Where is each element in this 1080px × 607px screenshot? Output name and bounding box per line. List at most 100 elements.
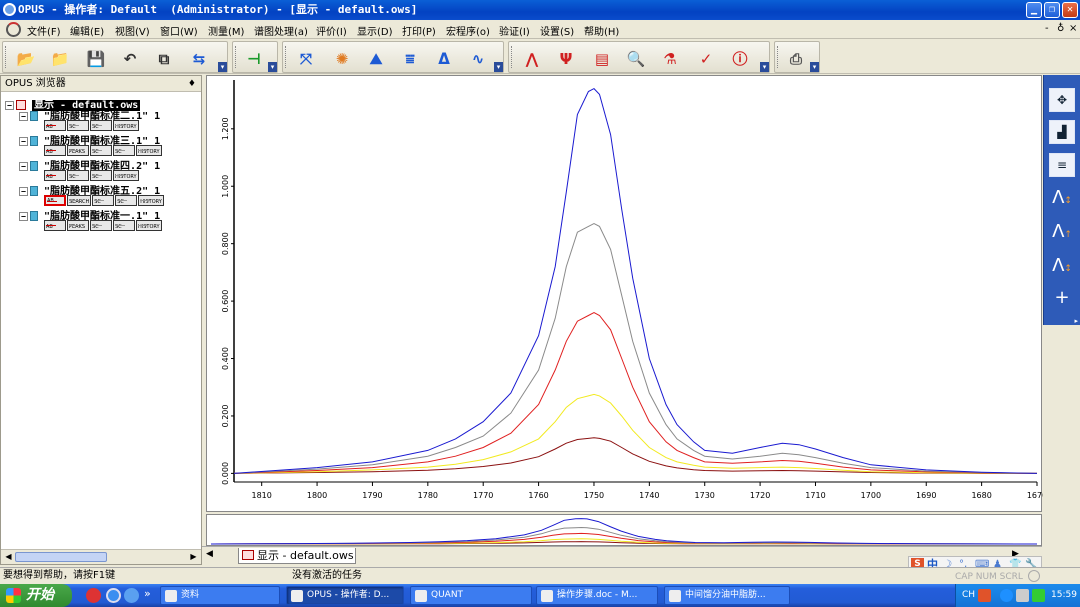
collapse-icon[interactable]: − [19, 161, 28, 171]
menu-edit[interactable]: 编辑(E) [70, 23, 104, 38]
undo-icon[interactable]: ↶ [117, 47, 143, 71]
data-block-sc[interactable]: SC [90, 120, 112, 131]
stack-icon[interactable]: ≡ [1049, 153, 1075, 177]
taskbar-task[interactable]: QUANT [410, 586, 532, 605]
info-icon[interactable]: ⓘ [727, 47, 753, 71]
data-block-history[interactable]: HISTORY [138, 195, 164, 206]
crosshair-icon[interactable]: + [1049, 285, 1075, 311]
verify-icon[interactable]: ✓ [693, 47, 719, 71]
data-block-ab[interactable]: AB [44, 120, 66, 131]
scroll-right-arrow-icon[interactable]: ▶ [187, 551, 200, 563]
collapse-icon[interactable]: − [19, 111, 28, 121]
data-block-ab[interactable]: AB [44, 220, 66, 231]
spectrum-icon[interactable]: ⛰ [363, 47, 389, 71]
start-button[interactable]: 开始 [0, 584, 72, 607]
zoom-pan-icon[interactable]: ✥ [1049, 88, 1075, 112]
search-icon[interactable]: 🔍 [623, 47, 649, 71]
mdi-close-button[interactable]: × [1069, 23, 1077, 34]
menu-file[interactable]: 文件(F) [27, 23, 61, 38]
scale-icon[interactable]: ⇆ [186, 47, 212, 71]
data-block-history[interactable]: HISTORY [136, 145, 162, 156]
taskbar-task[interactable]: OPUS - 操作者: D... [286, 586, 404, 605]
volume-icon[interactable] [1016, 589, 1029, 602]
compound-icon[interactable]: ⚗ [657, 47, 683, 71]
data-block-search[interactable]: SEARCH [67, 195, 92, 206]
quicklaunch-browser-icon[interactable] [86, 588, 101, 603]
menu-setup[interactable]: 设置(S) [540, 23, 574, 38]
spectrum-file-item[interactable]: − "脂肪酸甲酯标准一.1" 1 [19, 207, 160, 222]
language-indicator[interactable]: CH [962, 584, 975, 607]
menu-help[interactable]: 帮助(H) [584, 23, 619, 38]
data-block-sc[interactable]: SC [90, 170, 112, 181]
data-block-history[interactable]: HISTORY [136, 220, 162, 231]
menu-measure[interactable]: 测量(M) [208, 23, 244, 38]
taskbar-task[interactable]: 中间馏分油中脂肪... [664, 586, 790, 605]
spectrum-file-item[interactable]: − "脂肪酸甲酯标准五.2" 1 [19, 182, 160, 197]
spectrum-file-item[interactable]: − "脂肪酸甲酯标准三.1" 1 [19, 132, 160, 147]
document-system-icon[interactable] [6, 22, 21, 37]
print-icon[interactable]: ⎙ [783, 47, 809, 71]
report-icon[interactable]: ▤ [589, 47, 615, 71]
pin-icon[interactable]: ♦ [188, 76, 196, 92]
vial-icon[interactable]: ⊣ [241, 47, 267, 71]
baseline-icon[interactable]: ⩸ [397, 47, 423, 71]
chevron-down-icon[interactable]: ▾ [810, 62, 819, 72]
data-block-history[interactable]: HISTORY [113, 170, 139, 181]
mdi-restore-button[interactable]: ♁ [1057, 23, 1064, 34]
peak-shift-icon[interactable]: Λ↕ [1049, 253, 1075, 279]
network-icon[interactable] [1000, 589, 1013, 602]
menu-evaluate[interactable]: 评价(I) [316, 23, 347, 38]
load-file-icon[interactable]: 📁 [47, 47, 73, 71]
spectrum-scale-icon[interactable]: ▟ [1049, 120, 1075, 144]
menu-validation[interactable]: 验证(I) [499, 23, 530, 38]
quicklaunch-more[interactable]: » [144, 587, 151, 600]
tab-prev-icon[interactable]: ◀ [206, 549, 213, 559]
data-block-ab[interactable]: AB [44, 145, 66, 156]
scroll-left-arrow-icon[interactable]: ◀ [2, 551, 15, 563]
peak-pick-icon[interactable]: Ψ [553, 47, 579, 71]
chevron-down-icon[interactable]: ▾ [218, 62, 227, 72]
chevron-down-icon[interactable]: ▾ [760, 62, 769, 72]
data-block-sc[interactable]: SC [115, 195, 138, 206]
security-shield-icon[interactable] [1032, 589, 1045, 602]
colors-icon[interactable]: ✺ [329, 47, 355, 71]
quicklaunch-ie-icon[interactable] [106, 588, 121, 603]
menu-window[interactable]: 窗口(W) [160, 23, 198, 38]
taskbar-task[interactable]: 资料 [160, 586, 280, 605]
open-file-icon[interactable]: 📂 [13, 47, 39, 71]
data-block-sc[interactable]: SC [113, 145, 135, 156]
data-block-sc[interactable]: SC [90, 145, 112, 156]
peaks-icon[interactable]: ᐃ [431, 47, 457, 71]
spectrum-file-item[interactable]: − "脂肪酸甲酯标准四.2" 1 [19, 157, 160, 172]
restore-button[interactable]: ❐ [1044, 2, 1060, 18]
collapse-icon[interactable]: − [19, 211, 28, 221]
collapse-icon[interactable]: − [5, 100, 14, 110]
save-icon[interactable]: 💾 [83, 47, 109, 71]
menu-macro[interactable]: 宏程序(o) [446, 23, 490, 38]
sogou-tray-icon[interactable] [978, 589, 991, 602]
taskbar-task[interactable]: 操作步骤.doc - M... [536, 586, 658, 605]
menu-display[interactable]: 显示(D) [357, 23, 393, 38]
band-icon[interactable]: ⋀ [519, 47, 545, 71]
data-block-sc[interactable]: SC [67, 170, 89, 181]
chevron-down-icon[interactable]: ▸ [1074, 317, 1078, 325]
data-block-sc[interactable]: SC [90, 220, 112, 231]
expand-icon[interactable]: ⤧ [293, 47, 319, 71]
quicklaunch-desktop-icon[interactable] [124, 588, 139, 603]
minimize-button[interactable]: ▁ [1026, 2, 1042, 18]
peak-up-icon[interactable]: Λ↑ [1049, 219, 1075, 245]
spectrum-file-item[interactable]: − "脂肪酸甲酯标准二.1" 1 [19, 107, 160, 122]
opus-app-icon[interactable] [3, 3, 16, 16]
data-block-sc[interactable]: SC [67, 120, 89, 131]
copy-icon[interactable]: ⧉ [151, 47, 177, 71]
menu-print[interactable]: 打印(P) [402, 23, 436, 38]
chevron-down-icon[interactable]: ▾ [494, 62, 503, 72]
wave-icon[interactable]: ∿ [465, 47, 491, 71]
menu-view[interactable]: 视图(V) [115, 23, 150, 38]
data-block-history[interactable]: HISTORY [113, 120, 139, 131]
mdi-minimize-button[interactable]: - [1045, 23, 1049, 34]
collapse-icon[interactable]: − [19, 136, 28, 146]
peak-expand-icon[interactable]: Λ↕ [1049, 185, 1075, 211]
data-block-sc[interactable]: SC [92, 195, 115, 206]
resize-grip-icon[interactable] [1028, 570, 1040, 582]
